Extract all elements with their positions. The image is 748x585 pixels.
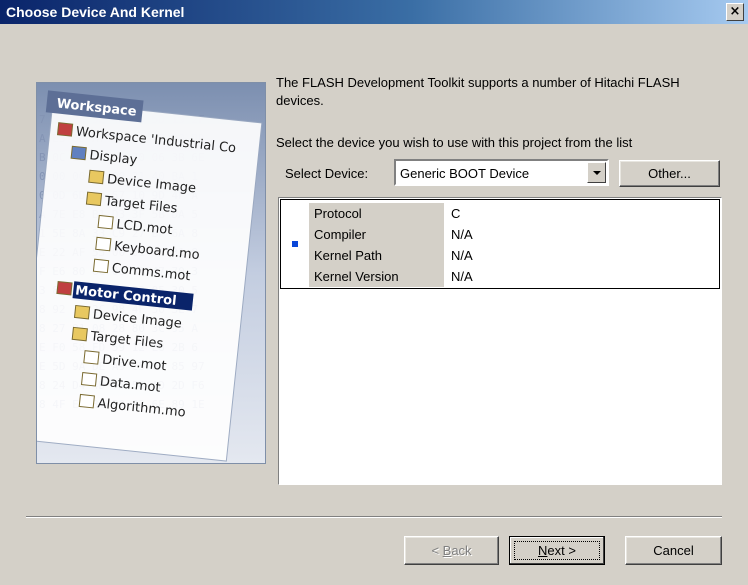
property-row: Protocol C [309, 203, 719, 224]
back-button[interactable]: < Back [404, 536, 499, 565]
back-prefix: < [431, 543, 443, 558]
cancel-button[interactable]: Cancel [625, 536, 722, 565]
file-icon [83, 350, 100, 365]
illustration-graphic: 7 3A 9A 5E 4B 4D 5D 19 2FA E3 8D A7 45 E… [37, 83, 265, 463]
property-value: N/A [451, 248, 473, 263]
title-bar: Choose Device And Kernel × [0, 0, 748, 24]
project-icon [70, 145, 87, 161]
workspace-illustration: 7 3A 9A 5E 4B 4D 5D 19 2FA E3 8D A7 45 E… [36, 82, 266, 464]
property-value: C [451, 206, 461, 221]
folder-icon [88, 169, 105, 185]
chevron-down-icon[interactable] [587, 162, 606, 183]
back-rest: ack [451, 543, 472, 558]
property-row: Kernel Version N/A [309, 266, 719, 287]
window-title: Choose Device And Kernel [6, 4, 185, 20]
selection-marker-icon [292, 241, 298, 247]
property-key: Kernel Version [309, 266, 444, 287]
file-icon [92, 258, 110, 274]
file-icon [97, 214, 114, 230]
property-key: Protocol [309, 203, 444, 224]
select-device-label: Select Device: [285, 166, 369, 181]
folder-icon [85, 191, 103, 207]
other-button[interactable]: Other... [619, 160, 720, 187]
file-icon [80, 372, 98, 387]
device-select[interactable]: Generic BOOT Device [394, 159, 609, 186]
property-value: N/A [451, 269, 473, 284]
next-button[interactable]: Next > [509, 536, 605, 565]
folder-icon [73, 304, 91, 320]
intro-text: The FLASH Development Toolkit supports a… [276, 75, 680, 108]
close-icon[interactable]: × [726, 3, 744, 21]
focus-rect [514, 541, 600, 560]
prompt-text: Select the device you wish to use with t… [276, 135, 633, 150]
file-icon [78, 393, 95, 409]
property-key: Kernel Path [309, 245, 444, 266]
project-icon [56, 280, 73, 296]
footer-separator [26, 516, 722, 518]
file-icon [95, 236, 112, 252]
property-key: Compiler [309, 224, 444, 245]
workspace-icon [56, 122, 74, 137]
folder-icon [71, 326, 88, 342]
property-row: Kernel Path N/A [309, 245, 719, 266]
device-select-value: Generic BOOT Device [400, 166, 530, 181]
property-row: Compiler N/A [309, 224, 719, 245]
property-value: N/A [451, 227, 473, 242]
device-list-panel[interactable]: Protocol C Compiler N/A Kernel Path N/A … [278, 197, 722, 485]
device-properties[interactable]: Protocol C Compiler N/A Kernel Path N/A … [280, 199, 720, 289]
